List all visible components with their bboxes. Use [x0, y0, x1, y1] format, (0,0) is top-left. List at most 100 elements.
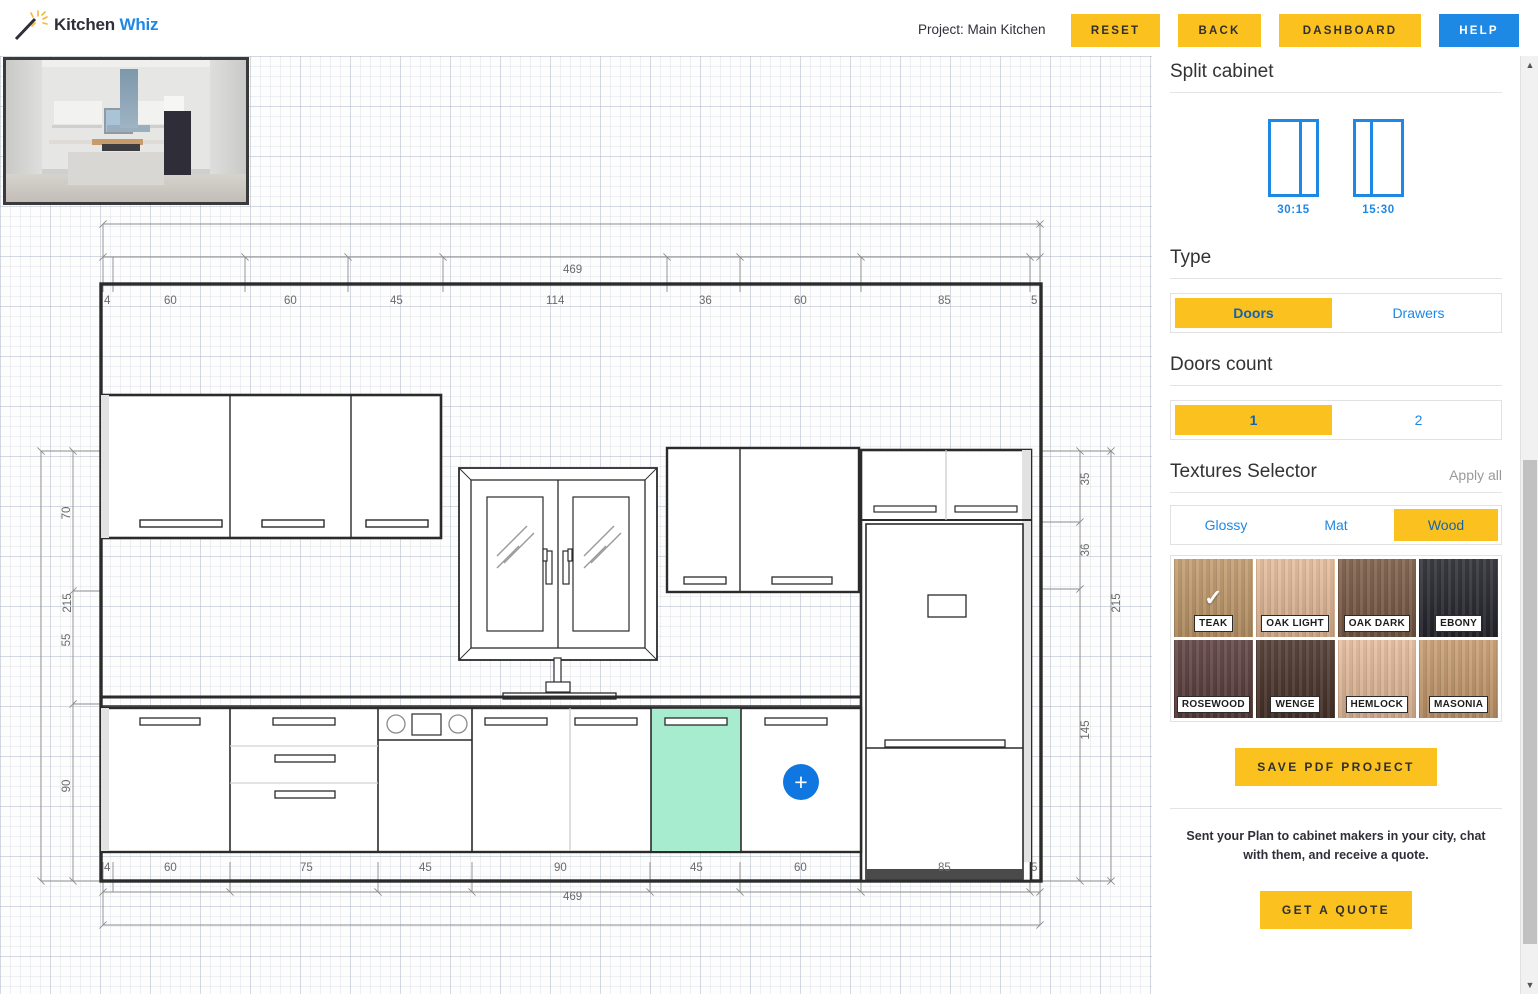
dim-top-seg-4: 114 [546, 295, 564, 307]
dim-left-seg-2: 90 [61, 774, 73, 798]
texture-swatch-label: WENGE [1270, 696, 1319, 713]
apply-all-link[interactable]: Apply all [1449, 467, 1502, 483]
texture-swatch-oak-light[interactable]: OAK LIGHT [1256, 559, 1335, 637]
texture-swatch-grid: ✓ TEAK OAK LIGHT OAK DARK EBONY ROSEWOOD… [1170, 555, 1502, 722]
split-label-15-30: 15:30 [1362, 204, 1394, 216]
kitchen-designer-app: Kitchen Whiz Project: Main Kitchen RESET… [0, 0, 1538, 994]
quote-description: Sent your Plan to cabinet makers in your… [1170, 827, 1502, 865]
texture-swatch-label: HEMLOCK [1346, 696, 1409, 713]
texture-type-tabs: Glossy Mat Wood [1170, 505, 1502, 545]
doors-count-title: Doors count [1170, 349, 1502, 386]
base-cabinet-run [101, 708, 861, 852]
split-option-15-30[interactable]: 15:30 [1353, 119, 1404, 216]
texture-swatch-label: EBONY [1435, 615, 1482, 632]
dim-top-total: 469 [563, 264, 582, 276]
upper-cabinet-run-right [667, 448, 859, 592]
logo-label-accent: Whiz [119, 15, 158, 34]
dim-top-seg-8: 5 [1031, 295, 1037, 307]
dim-left-seg-0: 70 [61, 501, 73, 525]
split-icon-15-30 [1353, 119, 1404, 197]
split-option-30-15[interactable]: 30:15 [1268, 119, 1319, 216]
dim-top-seg-6: 60 [794, 295, 807, 307]
dim-top-seg-1: 60 [164, 295, 177, 307]
texture-swatch-label: OAK LIGHT [1261, 615, 1329, 632]
texture-swatch-oak-dark[interactable]: OAK DARK [1338, 559, 1417, 637]
save-pdf-project-button[interactable]: SAVE PDF PROJECT [1235, 748, 1437, 786]
dim-bottom-seg-8: 5 [1031, 862, 1037, 874]
texture-swatch-label: OAK DARK [1344, 615, 1410, 632]
dim-top-seg-3: 45 [390, 295, 403, 307]
app-logo[interactable]: Kitchen Whiz [14, 8, 158, 42]
split-left-panel [1356, 122, 1370, 194]
panel-scrollbar[interactable]: ▲ ▼ [1520, 56, 1538, 994]
design-canvas[interactable]: 469 4 60 60 45 114 36 60 85 5 4 60 75 45… [0, 56, 1152, 994]
dim-bottom-seg-2: 75 [300, 862, 313, 874]
scroll-up-arrow-icon[interactable]: ▲ [1521, 56, 1538, 74]
type-option-drawers[interactable]: Drawers [1340, 298, 1497, 328]
panel-divider [1170, 808, 1502, 809]
split-icon-30-15 [1268, 119, 1319, 197]
dim-right-total: 215 [1111, 591, 1123, 615]
dim-top-seg-0: 4 [104, 295, 110, 307]
cabinet-elevation-drawing[interactable] [0, 56, 1152, 994]
refrigerator-tall-unit [861, 450, 1031, 881]
texture-swatch-label: TEAK [1194, 615, 1232, 632]
dim-bottom-total: 469 [563, 891, 582, 903]
back-button[interactable]: BACK [1178, 14, 1261, 47]
dim-bottom-seg-1: 60 [164, 862, 177, 874]
textures-header: Textures Selector Apply all [1170, 456, 1502, 493]
texture-tab-wood[interactable]: Wood [1394, 509, 1498, 541]
get-a-quote-button[interactable]: GET A QUOTE [1260, 891, 1412, 929]
magic-wand-icon [14, 8, 48, 42]
dim-bottom-seg-4: 90 [554, 862, 567, 874]
help-button[interactable]: HELP [1439, 14, 1519, 47]
upper-cabinet-run-left [101, 395, 441, 538]
selected-cabinet-highlight [651, 708, 741, 852]
doors-count-option-1[interactable]: 1 [1175, 405, 1332, 435]
texture-tab-mat[interactable]: Mat [1284, 509, 1388, 541]
dashboard-button[interactable]: DASHBOARD [1279, 14, 1421, 47]
dim-bottom-seg-0: 4 [104, 862, 110, 874]
dim-top-seg-2: 60 [284, 295, 297, 307]
add-cabinet-button[interactable]: + [783, 764, 819, 800]
dim-left-total: 215 [62, 591, 74, 615]
type-title: Type [1170, 242, 1502, 279]
split-cabinet-options: 30:15 15:30 [1170, 93, 1502, 228]
texture-swatch-teak[interactable]: ✓ TEAK [1174, 559, 1253, 637]
texture-swatch-ebony[interactable]: EBONY [1419, 559, 1498, 637]
project-name-label: Project: Main Kitchen [918, 22, 1046, 37]
textures-title: Textures Selector [1170, 461, 1317, 483]
properties-panel: Split cabinet 30:15 15: [1152, 56, 1520, 994]
texture-swatch-label: ROSEWOOD [1177, 696, 1250, 713]
dim-top-seg-7: 85 [938, 295, 951, 307]
split-left-panel [1271, 122, 1299, 194]
scrollbar-thumb[interactable] [1523, 460, 1537, 944]
dim-bottom-seg-5: 45 [690, 862, 703, 874]
dim-right-seg-1: 36 [1080, 538, 1092, 562]
check-icon: ✓ [1174, 587, 1253, 609]
split-label-30-15: 30:15 [1277, 204, 1309, 216]
dim-right-seg-2: 145 [1080, 714, 1092, 746]
type-option-doors[interactable]: Doors [1175, 298, 1332, 328]
texture-swatch-wenge[interactable]: WENGE [1256, 640, 1335, 718]
texture-tab-glossy[interactable]: Glossy [1174, 509, 1278, 541]
app-header: Kitchen Whiz Project: Main Kitchen RESET… [0, 0, 1538, 56]
scroll-down-arrow-icon[interactable]: ▼ [1521, 976, 1538, 994]
reset-button[interactable]: RESET [1071, 14, 1160, 47]
logo-label-primary: Kitchen [54, 15, 115, 34]
dim-left-seg-1: 55 [61, 628, 73, 652]
dim-bottom-seg-7: 85 [938, 862, 951, 874]
split-cabinet-title: Split cabinet [1170, 56, 1502, 93]
texture-swatch-label: MASONIA [1429, 696, 1488, 713]
doors-count-selector: 1 2 [1170, 400, 1502, 440]
dim-right-seg-0: 35 [1080, 467, 1092, 491]
texture-swatch-masonia[interactable]: MASONIA [1419, 640, 1498, 718]
glass-cabinet-window [459, 468, 657, 699]
texture-swatch-rosewood[interactable]: ROSEWOOD [1174, 640, 1253, 718]
dim-top-seg-5: 36 [699, 295, 712, 307]
doors-count-option-2[interactable]: 2 [1340, 405, 1497, 435]
texture-swatch-hemlock[interactable]: HEMLOCK [1338, 640, 1417, 718]
type-selector: Doors Drawers [1170, 293, 1502, 333]
logo-label: Kitchen Whiz [54, 15, 158, 35]
dim-bottom-seg-3: 45 [419, 862, 432, 874]
